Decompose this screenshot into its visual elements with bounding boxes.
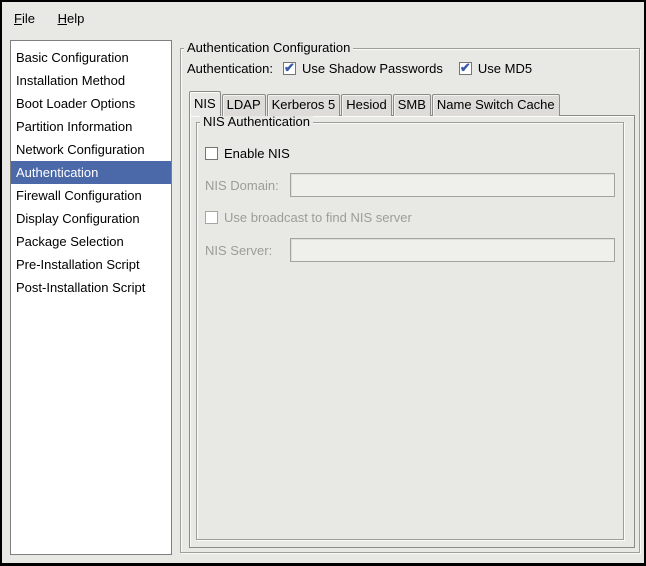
use-md5-checkbox[interactable]: Use MD5: [459, 61, 532, 76]
sidebar-item-display-configuration[interactable]: Display Configuration: [11, 207, 171, 230]
checkbox-box-icon: [205, 147, 218, 160]
sidebar-item-basic-configuration[interactable]: Basic Configuration: [11, 46, 171, 69]
authentication-notebook: NIS LDAP Kerberos 5 Hesiod SMB Name Swit…: [189, 91, 635, 548]
frame-title: NIS Authentication: [200, 114, 313, 130]
enable-nis-checkbox[interactable]: Enable NIS: [205, 146, 290, 161]
sidebar-item-network-configuration[interactable]: Network Configuration: [11, 138, 171, 161]
nis-domain-input: [290, 173, 615, 197]
tab-name-switch-cache[interactable]: Name Switch Cache: [432, 94, 560, 116]
sidebar-item-pre-installation-script[interactable]: Pre-Installation Script: [11, 253, 171, 276]
tab-hesiod[interactable]: Hesiod: [341, 94, 391, 116]
nis-server-input: [290, 238, 615, 262]
checkbox-label: Use MD5: [478, 61, 532, 76]
nis-domain-label: NIS Domain:: [205, 178, 279, 193]
checkbox-box-icon: [283, 62, 296, 75]
sidebar-item-installation-method[interactable]: Installation Method: [11, 69, 171, 92]
authentication-row: Authentication: Use Shadow Passwords Use…: [187, 59, 548, 77]
authentication-configuration-frame: Authentication Configuration Authenticat…: [180, 48, 640, 553]
nis-server-label: NIS Server:: [205, 243, 272, 258]
authentication-label: Authentication:: [187, 61, 273, 76]
tab-ldap[interactable]: LDAP: [222, 94, 266, 116]
tab-bar: NIS LDAP Kerberos 5 Hesiod SMB Name Swit…: [189, 91, 635, 116]
tab-smb[interactable]: SMB: [393, 94, 431, 116]
menubar: File Help: [2, 2, 644, 36]
menu-help[interactable]: Help: [58, 11, 85, 26]
checkbox-box-icon: [205, 211, 218, 224]
tab-nis[interactable]: NIS: [189, 91, 221, 116]
checkbox-box-icon: [459, 62, 472, 75]
use-shadow-passwords-checkbox[interactable]: Use Shadow Passwords: [283, 61, 443, 76]
sidebar-item-boot-loader-options[interactable]: Boot Loader Options: [11, 92, 171, 115]
sidebar-item-package-selection[interactable]: Package Selection: [11, 230, 171, 253]
checkbox-label: Use broadcast to find NIS server: [224, 210, 412, 225]
use-broadcast-checkbox: Use broadcast to find NIS server: [205, 210, 412, 225]
sidebar-item-firewall-configuration[interactable]: Firewall Configuration: [11, 184, 171, 207]
tab-kerberos-5[interactable]: Kerberos 5: [267, 94, 341, 116]
sidebar-item-authentication[interactable]: Authentication: [11, 161, 171, 184]
nis-authentication-frame: NIS Authentication Enable NIS NIS Domain…: [196, 122, 624, 540]
checkbox-label: Use Shadow Passwords: [302, 61, 443, 76]
sidebar-item-partition-information[interactable]: Partition Information: [11, 115, 171, 138]
category-list: Basic Configuration Installation Method …: [10, 40, 172, 555]
sidebar-item-post-installation-script[interactable]: Post-Installation Script: [11, 276, 171, 299]
frame-title: Authentication Configuration: [184, 40, 353, 56]
checkbox-label: Enable NIS: [224, 146, 290, 161]
menu-file[interactable]: File: [14, 11, 35, 26]
kickstart-configurator-window: File Help Basic Configuration Installati…: [0, 0, 646, 566]
nis-tab-page: NIS Authentication Enable NIS NIS Domain…: [189, 115, 635, 548]
